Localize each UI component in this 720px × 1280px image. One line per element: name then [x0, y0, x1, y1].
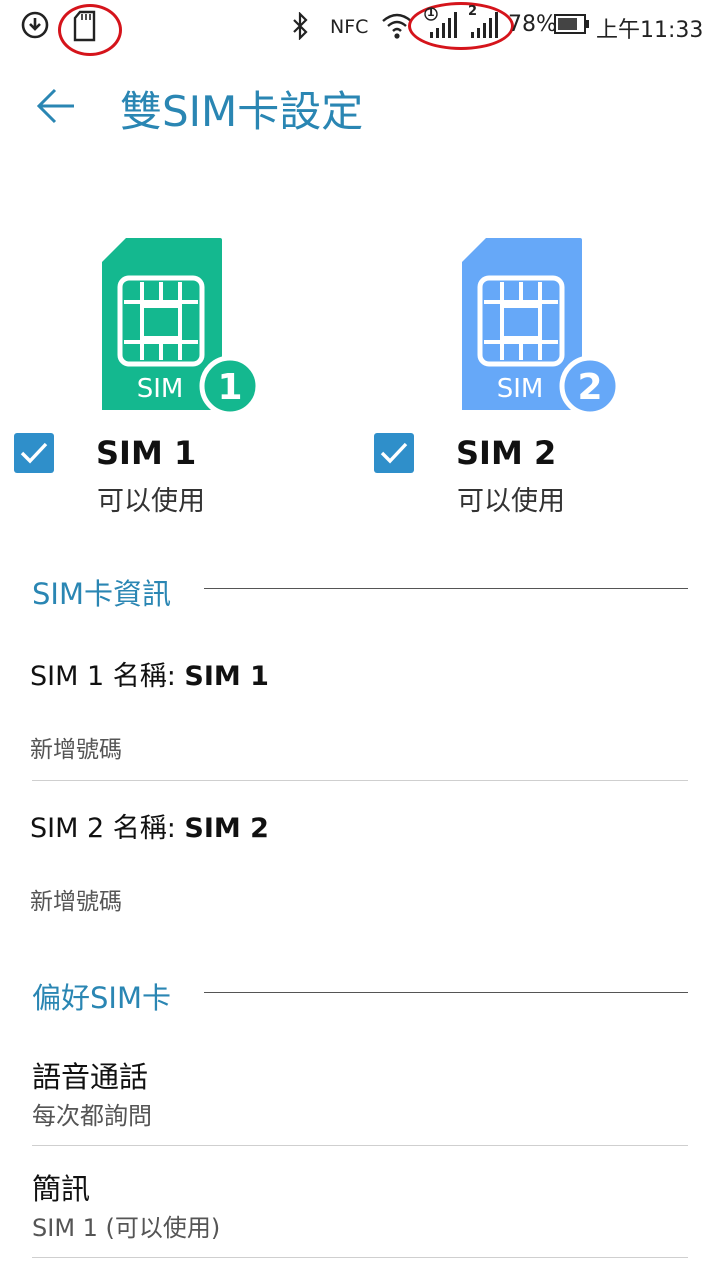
sim1-card-label: SIM [137, 374, 184, 404]
sim2-name-value: SIM 2 [184, 813, 269, 844]
check-icon [380, 442, 408, 464]
battery-tip [586, 20, 589, 28]
list-divider [32, 1145, 688, 1146]
list-divider [32, 780, 688, 781]
battery-fill [558, 18, 577, 30]
sms-row[interactable]: 簡訊 SIM 1 (可以使用) [0, 1152, 720, 1256]
preferred-sim-header: 偏好SIM卡 [32, 981, 171, 1015]
section-divider [204, 992, 688, 993]
sim2-name-label: SIM 2 名稱: [30, 813, 185, 844]
sd-card-icon [73, 10, 96, 42]
status-bar: NFC 1 2 78% 上午11:33 [0, 0, 720, 56]
list-divider [32, 1257, 688, 1258]
sim1-badge-number: 1 [217, 367, 242, 408]
voice-call-row[interactable]: 語音通話 每次都詢問 [0, 1040, 720, 1144]
page-title: 雙SIM卡設定 [120, 87, 364, 136]
sim2-badge-number: 2 [577, 367, 602, 408]
sms-title: 簡訊 [32, 1172, 91, 1206]
voice-call-value: 每次都詢問 [32, 1102, 152, 1130]
sim2-card-label: SIM [497, 374, 544, 404]
sim2-name[interactable]: SIM 2 [456, 434, 556, 472]
sim1-name-value: SIM 1 [184, 661, 269, 692]
download-icon [21, 11, 49, 39]
battery-icon [554, 14, 586, 34]
section-divider [204, 588, 688, 589]
sim2-add-number: 新增號碼 [30, 889, 122, 915]
status-time: 上午11:33 [596, 18, 704, 43]
sim2-info-row[interactable]: SIM 2 名稱: SIM 2 新增號碼 [0, 792, 720, 932]
voice-call-title: 語音通話 [32, 1060, 149, 1094]
battery-percent: 78% [508, 12, 557, 37]
sim2-status: 可以使用 [457, 486, 565, 517]
sim1-info-row[interactable]: SIM 1 名稱: SIM 1 新增號碼 [0, 640, 720, 780]
check-icon [20, 442, 48, 464]
nfc-icon: NFC [330, 16, 369, 38]
back-arrow-icon[interactable] [34, 86, 78, 126]
sim1-add-number: 新增號碼 [30, 737, 122, 763]
sim1-name-label: SIM 1 名稱: [30, 661, 185, 692]
sim1-name[interactable]: SIM 1 [96, 434, 196, 472]
sim1-card-icon: SIM 1 [102, 238, 261, 414]
sim2-indicator-number: 2 [468, 4, 478, 19]
bluetooth-icon [293, 12, 308, 40]
sim2-card-icon: SIM 2 [462, 238, 621, 414]
sim1-checkbox[interactable] [14, 433, 54, 473]
sim1-status: 可以使用 [97, 486, 205, 517]
sim-info-header: SIM卡資訊 [32, 577, 171, 611]
sim2-checkbox[interactable] [374, 433, 414, 473]
sim1-indicator-number: 1 [427, 6, 435, 19]
sms-value: SIM 1 (可以使用) [32, 1214, 221, 1242]
